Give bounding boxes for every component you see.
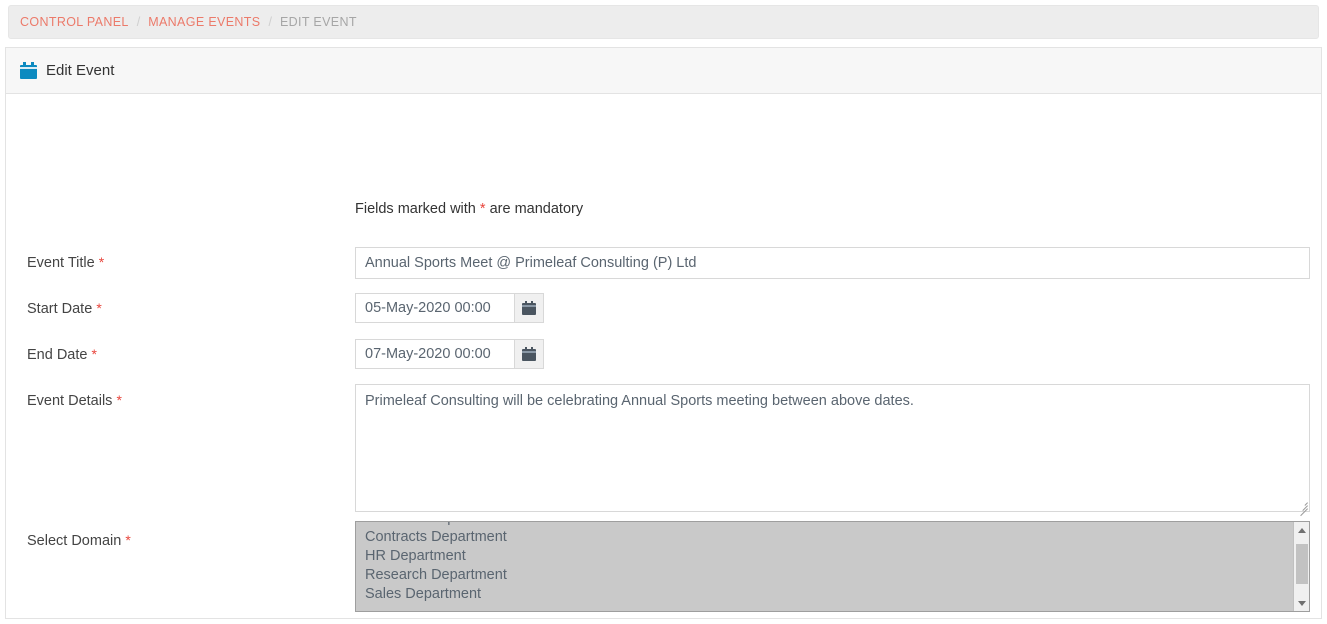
required-marker: * [96, 300, 102, 316]
scroll-up-icon[interactable] [1294, 522, 1309, 538]
required-marker: * [125, 532, 131, 548]
page-root: CONTROL PANEL / MANAGE EVENTS / EDIT EVE… [0, 0, 1327, 624]
page-title: Edit Event [46, 62, 115, 79]
calendar-icon [20, 62, 37, 79]
end-date-picker-button[interactable] [514, 339, 544, 369]
mandatory-note-prefix: Fields marked with [355, 201, 476, 217]
start-date-input[interactable] [355, 293, 514, 323]
breadcrumb: CONTROL PANEL / MANAGE EVENTS / EDIT EVE… [8, 5, 1319, 39]
mandatory-note-star: * [479, 201, 486, 217]
list-item[interactable]: HR Department [365, 547, 1293, 566]
scrollbar-thumb[interactable] [1296, 544, 1308, 584]
panel-header: Edit Event [6, 48, 1321, 94]
event-details-textarea[interactable] [355, 384, 1310, 512]
select-domain-options: Accounts Department Contracts Department… [356, 522, 1293, 611]
label-event-details-text: Event Details [27, 393, 113, 409]
breadcrumb-item-manage-events[interactable]: MANAGE EVENTS [148, 15, 260, 29]
list-item[interactable]: Accounts Department [365, 522, 1293, 528]
required-marker: * [116, 392, 122, 408]
breadcrumb-item-edit-event: EDIT EVENT [279, 15, 357, 29]
start-date-picker-button[interactable] [514, 293, 544, 323]
calendar-icon [522, 301, 536, 315]
event-title-input[interactable] [355, 247, 1310, 279]
list-item[interactable]: Research Department [365, 566, 1293, 585]
label-start-date-text: Start Date [27, 301, 93, 317]
required-marker: * [98, 254, 105, 270]
end-date-input[interactable] [355, 339, 514, 369]
edit-event-panel: Edit Event Fields marked with * are mand… [5, 47, 1322, 619]
scroll-down-icon[interactable] [1294, 595, 1309, 611]
breadcrumb-separator: / [268, 15, 272, 29]
label-select-domain: Select Domain * [27, 532, 131, 549]
label-event-details: Event Details * [27, 392, 122, 409]
label-start-date: Start Date * [27, 300, 102, 317]
breadcrumb-item-control-panel[interactable]: CONTROL PANEL [20, 15, 129, 29]
list-item[interactable]: Sales Department [365, 585, 1293, 604]
required-marker: * [91, 346, 97, 362]
start-date-group [355, 293, 544, 323]
edit-event-form: Fields marked with * are mandatory Event… [6, 94, 1321, 619]
label-event-title-text: Event Title [27, 255, 95, 271]
list-item[interactable]: Contracts Department [365, 528, 1293, 547]
select-domain-listbox[interactable]: Accounts Department Contracts Department… [355, 521, 1310, 612]
end-date-group [355, 339, 544, 369]
mandatory-fields-note: Fields marked with * are mandatory [355, 201, 583, 217]
calendar-icon [522, 347, 536, 361]
label-end-date-text: End Date [27, 347, 88, 363]
label-end-date: End Date * [27, 346, 97, 363]
label-select-domain-text: Select Domain [27, 533, 122, 549]
label-event-title: Event Title * [27, 254, 104, 271]
listbox-scrollbar[interactable] [1293, 522, 1309, 611]
breadcrumb-separator: / [136, 15, 141, 29]
mandatory-note-suffix: are mandatory [489, 201, 584, 217]
